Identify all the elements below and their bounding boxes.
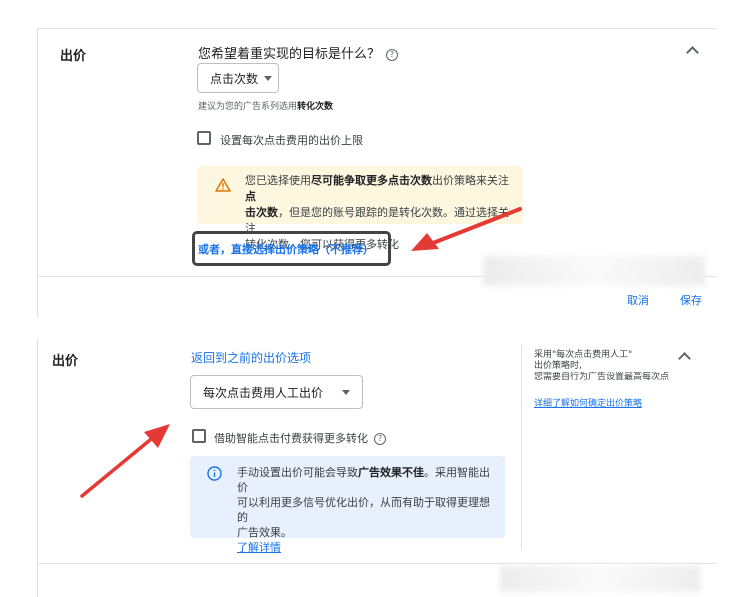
warning-icon xyxy=(215,178,231,192)
top-section-title: 出价 xyxy=(60,49,87,64)
back-to-previous-options-link[interactable]: 返回到之前的出价选项 xyxy=(191,349,311,366)
smart-bidding-info-text: 手动设置出价可能会导致广告效果不佳。采用智能出价 可以利用更多信号优化出价，从而… xyxy=(237,465,499,555)
help-icon[interactable]: ? xyxy=(386,48,399,61)
save-button[interactable]: 保存 xyxy=(680,292,702,308)
side-note: 采用"每次点击费用人工" 出价策略时, 您需要自行为广告设置最高每次点 xyxy=(534,350,680,383)
choose-bidding-strategy-link[interactable]: 或者，直接选择出价策略（不推荐） xyxy=(198,241,374,257)
hint-bold: 转化次数 xyxy=(297,102,334,112)
goal-recommendation-hint: 建议为您的广告系列选用转化次数 xyxy=(198,99,333,112)
help-icon[interactable]: ? xyxy=(374,433,386,445)
info-line-1: 手动设置出价可能会导致广告效果不佳。采用智能出价 xyxy=(237,466,490,494)
side-note-learn-link[interactable]: 详细了解如何确定出价策略 xyxy=(534,396,642,409)
chevron-down-icon xyxy=(342,389,350,395)
blurred-region-top xyxy=(483,256,705,286)
learn-more-link[interactable]: 了解详情 xyxy=(237,540,499,555)
bottom-section-title: 出价 xyxy=(52,354,79,369)
side-note-line-2: 出价策略时, xyxy=(534,361,582,371)
red-arrow-top xyxy=(411,207,522,251)
bidding-strategy-dropdown[interactable]: 每次点击费用人工出价 xyxy=(190,375,363,409)
hint-prefix: 建议为您的广告系列选用 xyxy=(198,102,298,112)
side-note-line-3: 您需要自行为广告设置最高每次点 xyxy=(534,372,670,382)
info-icon xyxy=(207,466,222,481)
bidding-goal-question: 您希望着重实现的目标是什么？? xyxy=(198,43,399,62)
side-note-line-1: 采用"每次点击费用人工" xyxy=(534,350,633,360)
top-panel-left-border xyxy=(37,28,38,318)
max-cpc-checkbox-label: 设置每次点击费用的出价上限 xyxy=(220,134,363,147)
top-panel-top-border xyxy=(37,28,715,29)
chevron-down-icon xyxy=(264,75,273,81)
side-note-divider xyxy=(521,345,522,550)
bidding-goal-question-text: 您希望着重实现的目标是什么？ xyxy=(198,47,381,62)
blurred-region-bottom xyxy=(500,566,700,592)
smart-cpc-label-text: 借助智能点击付费获得更多转化 xyxy=(214,432,368,445)
cancel-button[interactable]: 取消 xyxy=(627,292,649,308)
bottom-footer-divider xyxy=(37,563,715,564)
warning-line-1: 您已选择使用尽可能争取更多点击次数出价策略来关注点 xyxy=(245,174,509,203)
red-arrow-bottom xyxy=(80,424,170,498)
info-line-3: 广告效果。 xyxy=(237,526,292,539)
info-line-2: 可以利用更多信号优化出价，从而有助于取得更理想的 xyxy=(237,496,490,524)
smart-cpc-checkbox-label: 借助智能点击付费获得更多转化? xyxy=(214,430,386,446)
smart-cpc-checkbox[interactable] xyxy=(192,429,206,443)
bidding-goal-dropdown[interactable]: 点击次数 xyxy=(197,63,279,93)
max-cpc-checkbox[interactable] xyxy=(197,131,211,145)
bidding-strategy-dropdown-value: 每次点击费用人工出价 xyxy=(203,385,324,400)
bidding-goal-dropdown-value: 点击次数 xyxy=(210,71,259,86)
bottom-panel-left-border xyxy=(37,339,38,597)
